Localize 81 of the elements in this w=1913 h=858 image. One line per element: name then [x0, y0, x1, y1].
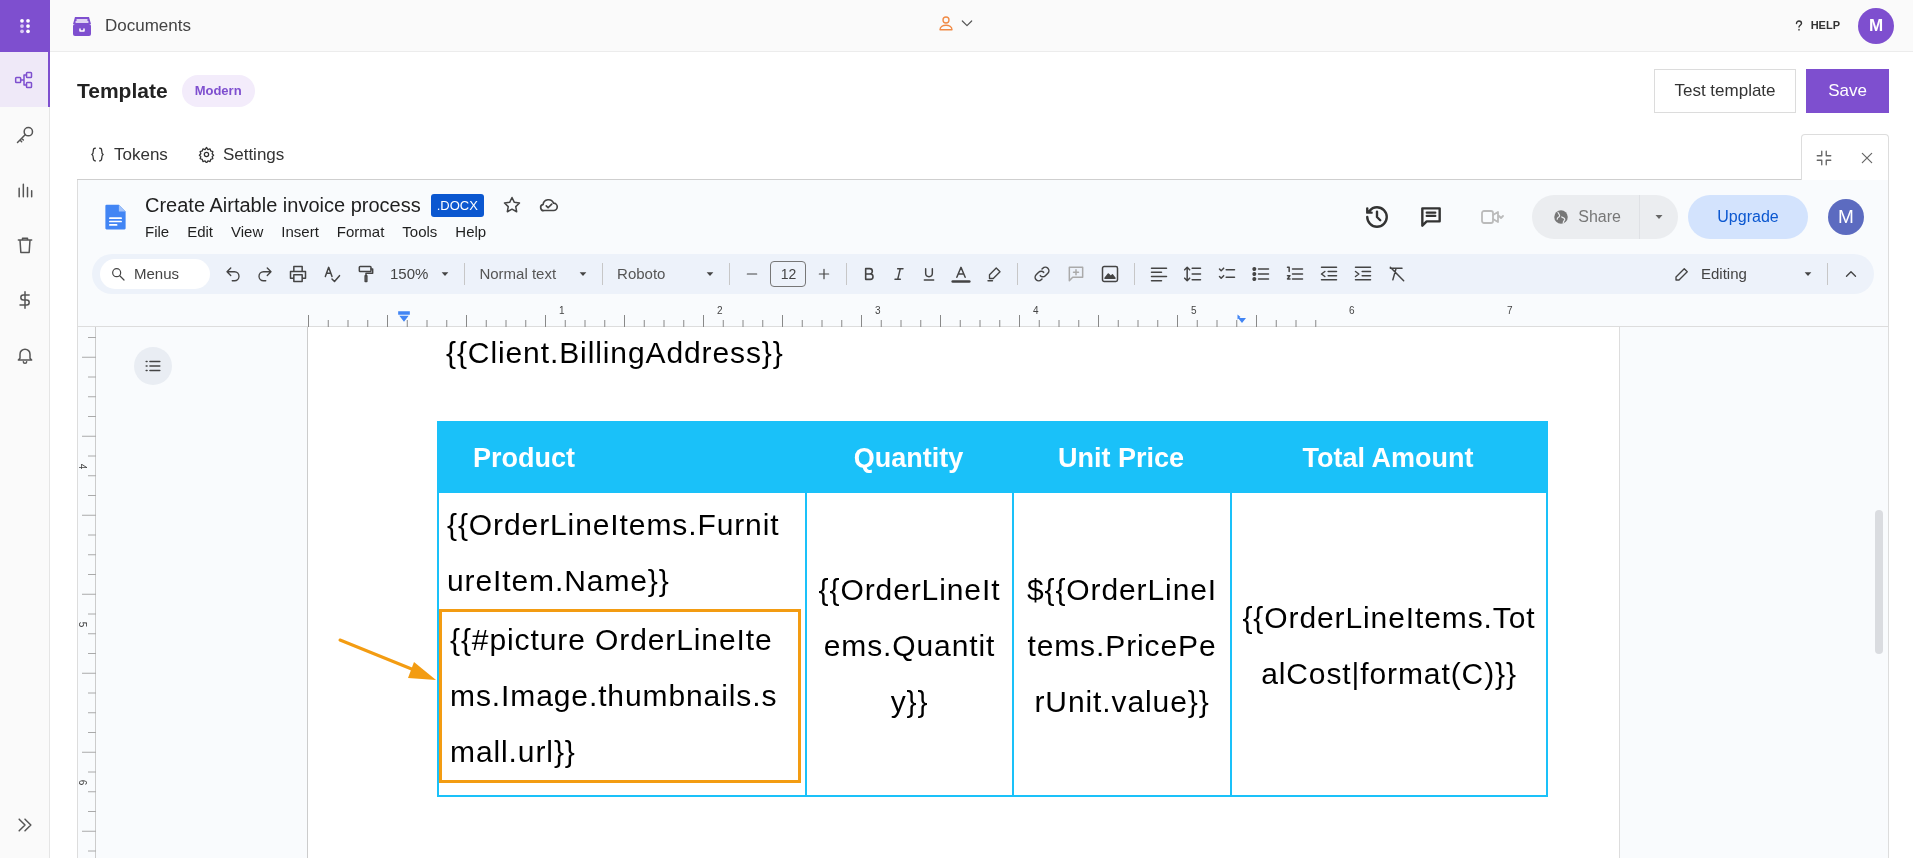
undo-icon[interactable] [224, 264, 242, 284]
menu-item[interactable]: File [145, 221, 170, 244]
upgrade-button[interactable]: Upgrade [1688, 195, 1808, 239]
help-link[interactable]: HELP [1792, 16, 1840, 35]
apps-button[interactable] [0, 0, 50, 52]
globe-icon [1552, 208, 1571, 226]
tokens-tab[interactable]: Tokens [89, 132, 168, 177]
table-cell-text: {{OrderLineItems.FurnitureItem.Name}} [446, 507, 781, 599]
caret-icon[interactable] [705, 269, 716, 279]
user-menu[interactable] [937, 14, 975, 32]
outline-button[interactable] [134, 347, 172, 385]
style-select[interactable]: Normal text [479, 262, 589, 286]
avatar[interactable]: M [1828, 199, 1864, 235]
ruler-number: 4 [78, 463, 90, 470]
template-badge: Modern [181, 75, 255, 107]
file-type-badge: .DOCX [430, 193, 484, 217]
nav-item[interactable] [0, 52, 50, 107]
history-icon[interactable] [1364, 204, 1391, 230]
column-header: Total Amount [1301, 441, 1475, 475]
menu-item[interactable]: Help [455, 221, 487, 244]
page-title: Template [77, 78, 168, 105]
menus-search-field[interactable]: Menus [100, 259, 210, 289]
font-select[interactable]: Roboto [617, 262, 716, 286]
menu-item[interactable]: Edit [187, 221, 214, 244]
ruler-number: 4 [1033, 304, 1039, 318]
table-cell-text: {{OrderLineItems.TotalCost|format(C)}} [1241, 600, 1537, 692]
caret-icon[interactable] [578, 269, 589, 279]
menu-item[interactable]: Tools [402, 221, 438, 244]
document-title[interactable]: Create Airtable invoice process [145, 190, 421, 221]
indent-marker-icon[interactable] [397, 310, 411, 324]
caret-icon[interactable] [440, 269, 451, 279]
ruler-number: 5 [1191, 304, 1197, 318]
highlighter-icon[interactable] [985, 264, 1004, 284]
column-header: Quantity [852, 441, 965, 475]
search-icon [110, 266, 126, 282]
test-template-button[interactable]: Test template [1654, 69, 1796, 113]
ruler-number: 7 [1507, 304, 1513, 318]
braces-icon [89, 146, 106, 163]
image-icon[interactable] [1100, 264, 1121, 284]
bullet-list-icon[interactable] [1251, 264, 1272, 284]
table-cell-text: ${{OrderLineItems.PricePerUnit.value}} [1025, 572, 1219, 720]
ruler-number: 1 [559, 304, 565, 318]
table-cell-text: {{OrderLineItems.Quantity}} [817, 572, 1002, 720]
avatar[interactable]: M [1858, 7, 1894, 44]
table-cell-text: {{#picture OrderLineItems.Image.thumbnails.small.url}} [439, 609, 801, 783]
caret-icon[interactable] [1803, 269, 1813, 279]
template-text: {{Client.BillingAddress}} [445, 335, 785, 371]
save-button[interactable]: Save [1806, 69, 1889, 113]
decrease-indent-icon[interactable] [1319, 264, 1340, 284]
ruler-number: 6 [1349, 304, 1355, 318]
key-icon [14, 124, 35, 145]
ruler-number: 2 [717, 304, 723, 318]
line-spacing-icon[interactable] [1183, 264, 1204, 284]
settings-tab[interactable]: Settings [197, 132, 285, 177]
collapse-icon[interactable] [1815, 148, 1833, 167]
redo-icon[interactable] [256, 264, 274, 284]
flow-icon [13, 69, 34, 90]
pencil-icon [1673, 265, 1691, 283]
gear-icon [197, 146, 215, 163]
ruler-number: 5 [78, 621, 90, 628]
ruler-number: 6 [78, 779, 90, 786]
paint-format-icon[interactable] [356, 264, 376, 284]
margin-marker-icon[interactable] [1236, 313, 1248, 325]
menu-item[interactable]: Insert [281, 221, 319, 244]
column-header: Unit Price [1056, 441, 1185, 475]
spellcheck-icon[interactable] [322, 264, 342, 284]
menu-item[interactable]: Format [336, 221, 385, 244]
text-color-icon[interactable] [951, 264, 972, 284]
print-icon[interactable] [288, 264, 308, 284]
menu-item[interactable]: View [231, 221, 264, 244]
link-icon[interactable] [1032, 264, 1053, 284]
ruler-number: 3 [875, 304, 881, 318]
scrollbar-thumb[interactable] [1875, 510, 1883, 654]
column-header: Product [472, 441, 576, 475]
mode-select[interactable]: Editing [1673, 262, 1813, 286]
section-title: Documents [105, 14, 191, 37]
font-size-field[interactable]: 12 [770, 261, 807, 287]
zoom-select[interactable]: 150% [390, 262, 451, 286]
user-icon [937, 14, 955, 32]
align-icon[interactable] [1149, 264, 1170, 284]
increase-indent-icon[interactable] [1353, 264, 1374, 284]
